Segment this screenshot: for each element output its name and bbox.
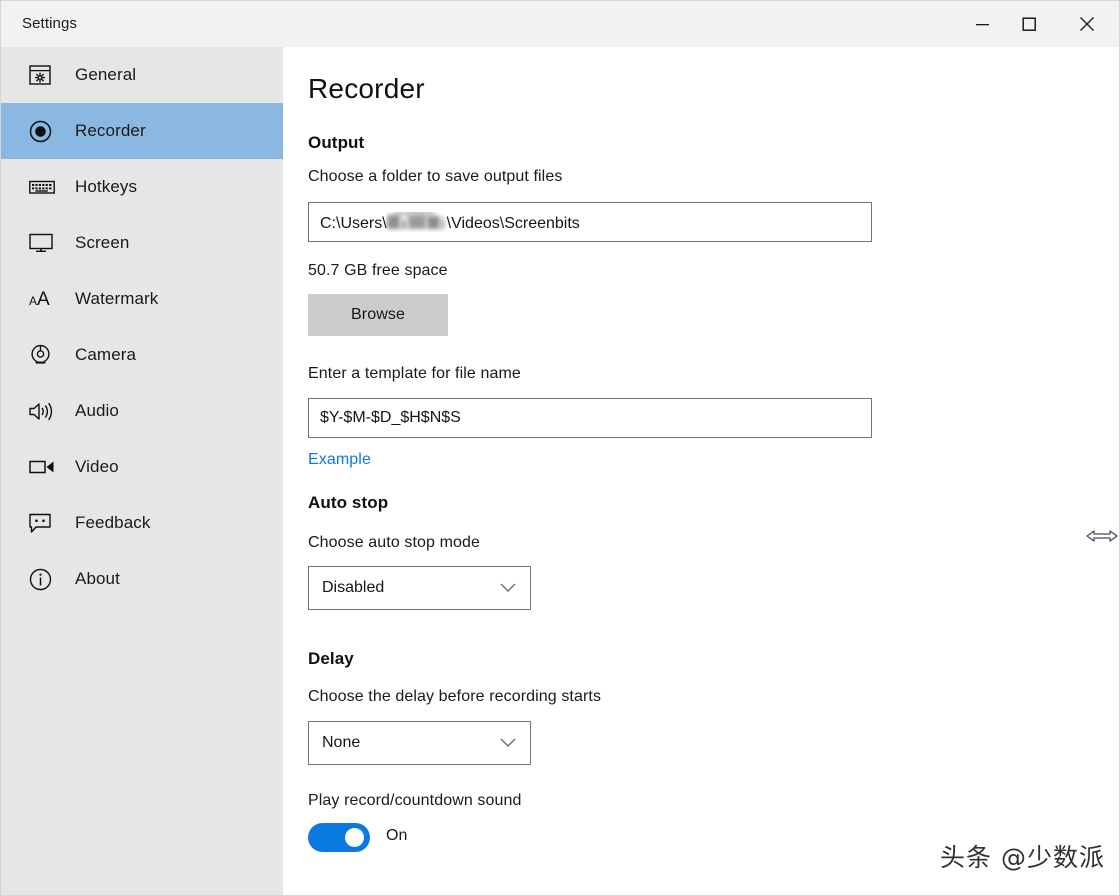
chevron-down-icon	[500, 583, 516, 592]
output-folder-input[interactable]: C:\Users\ \Videos\Screenbits	[308, 202, 872, 242]
speaker-icon	[29, 396, 59, 426]
toggle-knob	[345, 828, 364, 847]
maximize-button[interactable]	[1006, 1, 1053, 47]
settings-window: Settings General Recorder Hotkeys Screen…	[0, 0, 1120, 896]
record-circle-icon	[29, 116, 59, 146]
auto-stop-selected-value: Disabled	[322, 579, 385, 596]
play-sound-label: Play record/countdown sound	[308, 792, 522, 809]
monitor-icon	[29, 228, 59, 258]
settings-content-pane: Recorder Output Choose a folder to save …	[283, 47, 1119, 895]
output-section-heading: Output	[308, 133, 365, 152]
settings-sidebar: General Recorder Hotkeys Screen A A Wate…	[1, 47, 283, 895]
chevron-down-icon	[500, 738, 516, 747]
svg-text:A: A	[37, 289, 50, 310]
maximize-icon	[1022, 16, 1036, 31]
caption-button-group	[959, 1, 1119, 47]
sidebar-item-camera[interactable]: Camera	[1, 327, 283, 383]
keyboard-icon	[29, 172, 59, 202]
delay-select[interactable]: None	[308, 721, 531, 765]
video-camera-icon	[29, 452, 59, 482]
sidebar-item-video[interactable]: Video	[1, 439, 283, 495]
sidebar-item-general[interactable]: General	[1, 47, 283, 103]
svg-text:A: A	[29, 294, 37, 308]
chat-icon	[29, 508, 59, 538]
sidebar-item-label: Recorder	[75, 121, 146, 140]
minimize-button[interactable]	[959, 1, 1006, 47]
auto-stop-heading: Auto stop	[308, 493, 389, 512]
browse-button[interactable]: Browse	[308, 294, 448, 336]
window-title: Settings	[22, 15, 77, 32]
filename-template-label: Enter a template for file name	[308, 365, 521, 382]
example-link[interactable]: Example	[308, 451, 371, 469]
sidebar-item-recorder[interactable]: Recorder	[1, 103, 283, 159]
free-space-text: 50.7 GB free space	[308, 262, 448, 279]
filename-template-value: $Y-$M-$D_$H$N$S	[320, 409, 461, 426]
title-bar: Settings	[1, 1, 1119, 47]
sidebar-item-label: Hotkeys	[75, 177, 138, 196]
sidebar-item-screen[interactable]: Screen	[1, 215, 283, 271]
text-size-icon: A A	[29, 284, 59, 314]
sidebar-item-label: General	[75, 65, 137, 84]
sidebar-item-audio[interactable]: Audio	[1, 383, 283, 439]
output-folder-label: Choose a folder to save output files	[308, 168, 563, 185]
minimize-icon	[976, 24, 989, 26]
sidebar-item-feedback[interactable]: Feedback	[1, 495, 283, 551]
site-watermark: 头条 @少数派	[940, 843, 1105, 872]
output-folder-path: C:\Users\ \Videos\Screenbits	[320, 211, 580, 233]
auto-stop-label: Choose auto stop mode	[308, 534, 480, 551]
close-icon	[1080, 17, 1094, 31]
info-icon	[29, 564, 59, 594]
sidebar-item-watermark[interactable]: A A Watermark	[1, 271, 283, 327]
sidebar-item-about[interactable]: About	[1, 551, 283, 607]
delay-selected-value: None	[322, 734, 361, 751]
close-button[interactable]	[1053, 1, 1119, 47]
sidebar-item-label: Video	[75, 457, 119, 476]
redacted-username	[386, 211, 448, 232]
play-sound-toggle[interactable]	[308, 823, 370, 852]
delay-label: Choose the delay before recording starts	[308, 688, 602, 705]
sidebar-item-label: Feedback	[75, 513, 151, 532]
sidebar-item-label: Audio	[75, 401, 119, 420]
webcam-icon	[29, 340, 59, 370]
horizontal-resize-cursor	[1085, 525, 1119, 547]
filename-template-input[interactable]: $Y-$M-$D_$H$N$S	[308, 398, 872, 438]
sidebar-item-hotkeys[interactable]: Hotkeys	[1, 159, 283, 215]
sidebar-item-label: Screen	[75, 233, 130, 252]
window-gear-icon	[29, 60, 59, 90]
sidebar-item-label: Camera	[75, 345, 137, 364]
auto-stop-mode-select[interactable]: Disabled	[308, 566, 531, 610]
sidebar-item-label: About	[75, 569, 120, 588]
sidebar-item-label: Watermark	[75, 289, 159, 308]
play-sound-state: On	[386, 827, 408, 844]
delay-heading: Delay	[308, 649, 354, 668]
page-title: Recorder	[308, 73, 425, 104]
